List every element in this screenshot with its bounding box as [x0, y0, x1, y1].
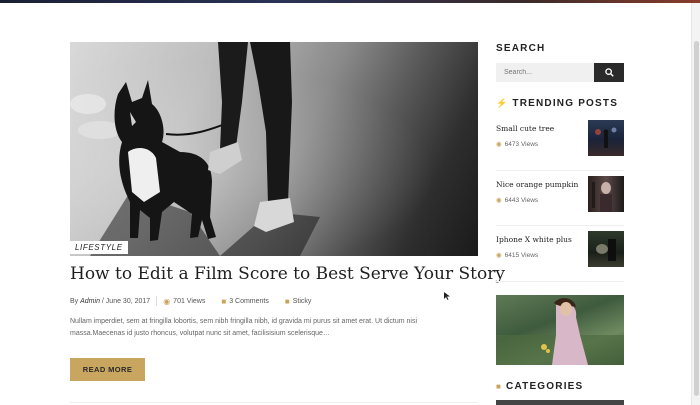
- trending-item-title[interactable]: Iphone X white plus: [496, 235, 572, 244]
- trending-item-title[interactable]: Nice orange pumpkin: [496, 180, 578, 189]
- post-featured-image[interactable]: [70, 42, 478, 256]
- comment-icon: ■: [221, 296, 227, 306]
- post-comments-link[interactable]: 3 Comments: [229, 298, 269, 305]
- post-divider: [70, 402, 478, 403]
- post-date: / June 30, 2017: [101, 297, 151, 305]
- folder-icon: ■: [284, 296, 290, 306]
- post-views: 701 Views: [173, 297, 206, 305]
- post-title-link[interactable]: How to Edit a Film Score to Best Serve Y…: [70, 264, 505, 284]
- trending-item-thumbnail[interactable]: [588, 120, 624, 156]
- folder-icon: ■: [496, 382, 503, 391]
- post-tag-link[interactable]: Sticky: [293, 298, 312, 305]
- post-author-link[interactable]: Admin: [80, 298, 100, 305]
- trending-item[interactable]: Nice orange pumpkin ◉ 6443 Views: [496, 176, 624, 220]
- search-icon: [604, 68, 614, 77]
- eye-icon: ◉: [496, 141, 502, 148]
- trending-item-views: 6415 Views: [504, 252, 539, 259]
- categories-heading-row: ■ CATEGORIES: [496, 381, 583, 392]
- trending-item-title[interactable]: Small cute tree: [496, 124, 554, 133]
- eye-icon: ◉: [163, 296, 171, 306]
- byline-prefix: By: [70, 297, 79, 305]
- categories-heading: CATEGORIES: [506, 381, 584, 392]
- page-scrollbar[interactable]: [691, 3, 700, 405]
- trending-item-views: 6473 Views: [504, 141, 539, 148]
- sidebar-promo-image[interactable]: [496, 295, 624, 365]
- lightning-icon: ⚡: [496, 98, 509, 108]
- categories-list-top: [496, 400, 624, 405]
- trending-item-views: 6443 Views: [504, 197, 539, 204]
- trending-item[interactable]: Small cute tree ◉ 6473 Views: [496, 120, 624, 164]
- scrollbar-thumb[interactable]: [694, 41, 699, 396]
- post-excerpt: Nullam imperdiet, sem at fringilla lobor…: [70, 318, 418, 337]
- top-header-strip: [0, 0, 700, 3]
- search-button[interactable]: [594, 63, 624, 82]
- trending-heading: TRENDING POSTS: [512, 98, 619, 109]
- woman-in-field-photo: [496, 298, 624, 365]
- post-category-label[interactable]: LIFESTYLE: [70, 241, 128, 254]
- trending-item[interactable]: Iphone X white plus ◉ 6415 Views: [496, 231, 624, 275]
- mouse-cursor-icon: [444, 292, 450, 300]
- read-more-button[interactable]: READ MORE: [70, 358, 145, 381]
- search-input[interactable]: [496, 63, 594, 82]
- trending-item-thumbnail[interactable]: [588, 176, 624, 212]
- eye-icon: ◉: [496, 252, 502, 259]
- eye-icon: ◉: [496, 197, 502, 204]
- dog-and-person-photo: [70, 42, 320, 256]
- trending-heading-row: ⚡ TRENDING POSTS: [496, 98, 618, 109]
- post-meta: By Admin / June 30, 2017 ◉ 701 Views ■ 3…: [70, 296, 311, 306]
- search-heading: SEARCH: [496, 43, 546, 54]
- trending-item-thumbnail[interactable]: [588, 231, 624, 267]
